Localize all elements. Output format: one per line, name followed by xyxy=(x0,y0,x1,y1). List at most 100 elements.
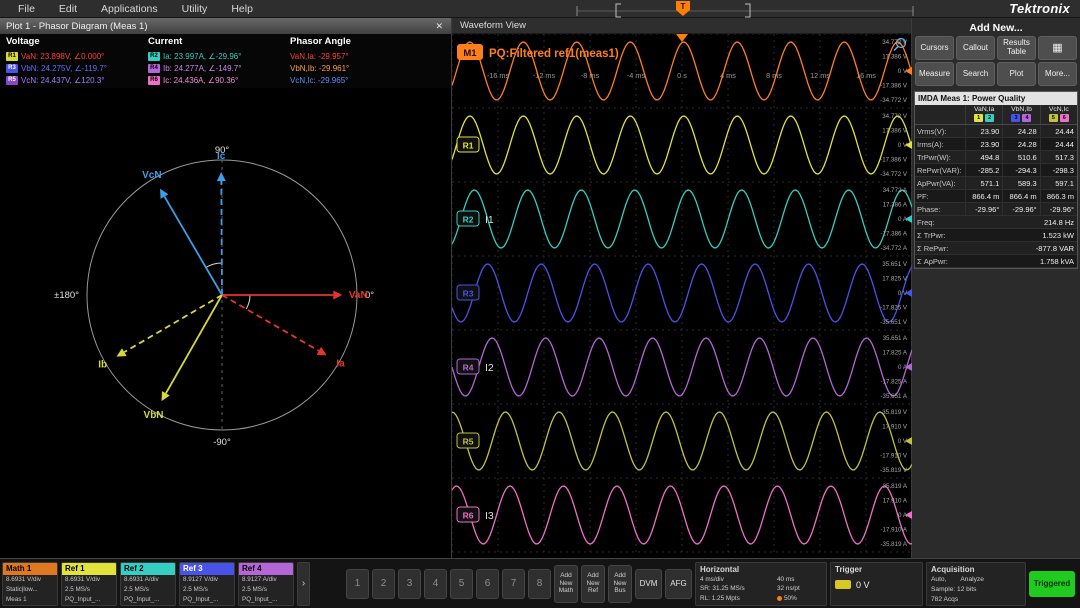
channel-badge-R6: R6 xyxy=(148,76,160,85)
menu-items: FileEditApplicationsUtilityHelp xyxy=(0,3,265,15)
magnifier-handle xyxy=(894,47,898,51)
scale-label: 17.386 V xyxy=(882,128,908,135)
waveform-source-label: PQ:Filtered ref1(meas1) xyxy=(489,48,619,60)
channel-box-math-1[interactable]: Math 18.6931 V/divStatic|low...Meas 1 xyxy=(2,562,58,606)
horizontal-title: Horizontal xyxy=(700,564,822,575)
channel-box-header: Math 1 xyxy=(3,563,57,575)
scale-label: -35.819 V xyxy=(880,467,908,474)
waveform-panel: Waveform View -16 ms-12 ms-8 ms-4 ms0 s4… xyxy=(452,18,912,558)
expand-badges-button[interactable]: › xyxy=(297,562,310,606)
channel-badge-label: R6 xyxy=(463,511,474,521)
scale-label: 17.386 V xyxy=(882,54,908,61)
meas-corner-cell xyxy=(915,105,965,124)
meas-col-badges: 34 xyxy=(1003,113,1039,123)
meas-value: 589.3 xyxy=(1002,177,1039,189)
meas-value: 597.1 xyxy=(1040,177,1077,189)
position-dot-icon xyxy=(777,596,782,601)
add-new-small-buttons: AddNewMathAddNewRefAddNewBus xyxy=(554,565,632,603)
add-plot-button[interactable]: Plot xyxy=(997,62,1036,86)
add-search-button[interactable]: Search xyxy=(956,62,995,86)
time-tick-label: 0 s xyxy=(677,71,687,80)
scale-label: 17.825 V xyxy=(882,276,908,283)
phasor-label-VcN: VcN xyxy=(142,170,161,181)
channel-box-line: PQ_Input_... xyxy=(62,595,116,605)
meas-row: Irms(A):23.9024.2824.44 xyxy=(915,138,1077,151)
menu-utility[interactable]: Utility xyxy=(170,3,220,15)
legend-col-3: Phasor AngleVaN,Ia: -29.957°VbN,Ib: -29.… xyxy=(290,36,451,88)
channel-5-button[interactable]: 5 xyxy=(450,569,473,599)
phasor-label-VaN: VaN xyxy=(349,290,368,301)
legend-row: R6Ic: 24.436A, ∠90.36° xyxy=(148,74,290,86)
afg-button[interactable]: AFG xyxy=(665,569,692,599)
horizontal-resolution: 32 ns/pt xyxy=(777,584,822,594)
meas-value: 24.44 xyxy=(1040,125,1077,137)
channel-7-button[interactable]: 7 xyxy=(502,569,525,599)
scale-label: 35.819 A xyxy=(883,483,908,490)
meas-row: Vrms(V):23.9024.2824.44 xyxy=(915,125,1077,138)
channel-box-ref-4[interactable]: Ref 48.9127 A/div2.5 MS/sPQ_Input_... xyxy=(238,562,294,606)
right-panel: Add New... CursorsCalloutResults Table▦M… xyxy=(912,18,1080,558)
angle-label-bottom: -90° xyxy=(213,437,231,448)
add-cursors-button[interactable]: Cursors xyxy=(915,36,954,60)
trigger-box[interactable]: Trigger 0 V xyxy=(830,562,923,606)
meas-col-vania: VaN,Ia12 xyxy=(965,105,1002,124)
channel-box-header: Ref 3 xyxy=(180,563,234,575)
dvm-button[interactable]: DVM xyxy=(635,569,662,599)
menu-edit[interactable]: Edit xyxy=(47,3,89,15)
scale-label: -17.386 V xyxy=(880,83,908,90)
channel-box-line: PQ_Input_... xyxy=(180,595,234,605)
menu-applications[interactable]: Applications xyxy=(89,3,170,15)
scale-label: -35.651 A xyxy=(881,393,908,400)
legend-value: VaN: 23.898V, ∠0.000° xyxy=(21,52,104,61)
channel-box-ref-2[interactable]: Ref 28.6931 A/div2.5 MS/sPQ_Input_... xyxy=(120,562,176,606)
channel-box-line: PQ_Input_... xyxy=(239,595,293,605)
acquisition-box[interactable]: Acquisition Auto, Analyze Sample: 12 bit… xyxy=(926,562,1026,606)
channel-badge-label: R5 xyxy=(463,437,474,447)
scale-label: -35.819 A xyxy=(881,541,908,548)
legend-row: VcN,Ic: -29.965° xyxy=(290,74,451,86)
channel-badge-label: M1 xyxy=(463,48,477,59)
horizontal-record-length: RL: 1.25 Mpts xyxy=(700,594,767,604)
add-more----button[interactable]: More... xyxy=(1038,62,1077,86)
meas-col-label: VcN,Ic xyxy=(1041,106,1077,113)
channel-1-button[interactable]: 1 xyxy=(346,569,369,599)
channel-6-button[interactable]: 6 xyxy=(476,569,499,599)
channel-2-button[interactable]: 2 xyxy=(372,569,395,599)
add-results-table-button[interactable]: Results Table xyxy=(997,36,1036,60)
channel-3-button[interactable]: 3 xyxy=(398,569,421,599)
phasor-label-VbN: VbN xyxy=(144,410,164,421)
waveform-display[interactable]: -16 ms-12 ms-8 ms-4 ms0 s4 ms8 ms12 ms16… xyxy=(452,34,912,558)
add-new-bus-button[interactable]: AddNewBus xyxy=(608,565,632,603)
meas-summary-label: Σ RePwr: xyxy=(915,242,975,254)
channel-box-ref-3[interactable]: Ref 38.9127 V/div2.5 MS/sPQ_Input_... xyxy=(179,562,235,606)
horizontal-box[interactable]: Horizontal 4 ms/div 40 ms SR: 31.25 MS/s… xyxy=(695,562,827,606)
add-new-math-button[interactable]: AddNewMath xyxy=(554,565,578,603)
channel-badge-label: R2 xyxy=(463,215,474,225)
channel-8-button[interactable]: 8 xyxy=(528,569,551,599)
meas-col-badges: 12 xyxy=(966,113,1002,123)
waveform-source-label: I2 xyxy=(485,362,494,374)
meas-summary-value: 1.523 kW xyxy=(975,229,1077,241)
meas-summary-row: Σ RePwr:-877.8 VAR xyxy=(915,242,1077,255)
menu-help[interactable]: Help xyxy=(219,3,265,15)
add-new-ref-button[interactable]: AddNewRef xyxy=(581,565,605,603)
add-measure-button[interactable]: Measure xyxy=(915,62,954,86)
legend-value: VaN,Ia: -29.957° xyxy=(290,52,349,61)
channel-box-line: 2.5 MS/s xyxy=(62,585,116,595)
legend-col-1: VoltageR1VaN: 23.898V, ∠0.000°R3VbN: 24.… xyxy=(6,36,148,88)
phasor-titlebar[interactable]: Plot 1 - Phasor Diagram (Meas 1) ✕ xyxy=(0,18,451,34)
channel-badge-R2: R2 xyxy=(148,52,160,61)
legend-col-2: CurrentR2Ia: 23.997A, ∠-29.96°R4Ib: 24.2… xyxy=(148,36,290,88)
timeline-minimap[interactable]: T xyxy=(575,0,915,18)
add-callout-button[interactable]: Callout xyxy=(956,36,995,60)
scale-label: 35.819 V xyxy=(882,409,908,416)
legend-value: Ia: 23.997A, ∠-29.96° xyxy=(163,52,241,61)
channel-4-button[interactable]: 4 xyxy=(424,569,447,599)
phase-angle-arc-c xyxy=(206,263,222,267)
meas-row-label: ApPwr(VA): xyxy=(915,177,965,189)
close-icon[interactable]: ✕ xyxy=(433,21,445,32)
results-grid-icon-button[interactable]: ▦ xyxy=(1038,36,1077,60)
channel-box-ref-1[interactable]: Ref 18.6931 V/div2.5 MS/sPQ_Input_... xyxy=(61,562,117,606)
meas-value: -29.96° xyxy=(1002,203,1039,215)
menu-file[interactable]: File xyxy=(6,3,47,15)
